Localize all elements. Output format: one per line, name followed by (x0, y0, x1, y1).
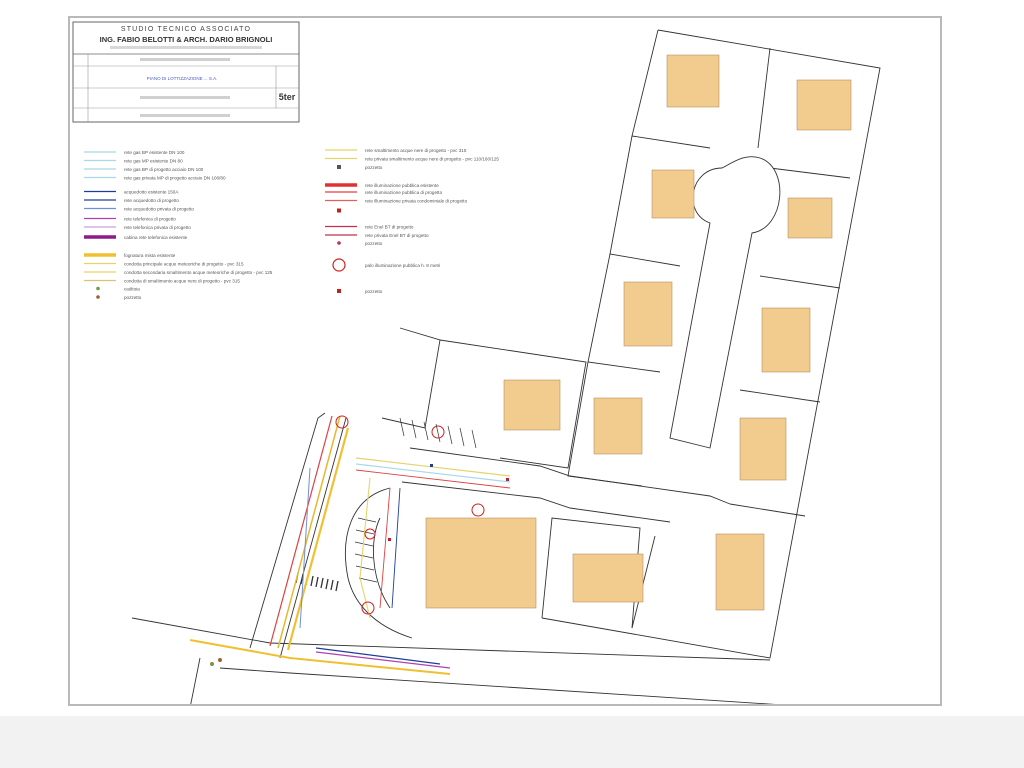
legend-symbol (337, 165, 341, 169)
legend-label: rete acquedotto privata di progetto (124, 207, 194, 212)
building (425, 517, 537, 609)
legend-label: rete privata smaltimento acque nere di p… (365, 157, 499, 162)
legend-label: pozzetto (365, 241, 383, 246)
legend-label: pozzetto (365, 165, 383, 170)
legend-symbol (332, 258, 346, 272)
engineers-name: ING. FABIO BELOTTI & ARCH. DARIO BRIGNOL… (100, 35, 273, 44)
site-plan-drawing: STUDIO TECNICO ASSOCIATO ING. FABIO BELO… (72, 21, 881, 709)
legend-label: acquedotto esistente 150A (124, 190, 179, 195)
legend-label: fognatura mista esistente (124, 253, 176, 258)
legend-label: condotta principale acque meteoriche di … (124, 262, 244, 267)
sheet-code: 5ter (279, 92, 296, 102)
legend-label: rete gas privata MP di progetto acciaio … (124, 176, 226, 181)
legend-label: rete Enel BT di progetto (365, 225, 414, 230)
building (666, 54, 720, 108)
building (593, 397, 643, 455)
legend-label: condotta secondaria smaltimento acque me… (124, 270, 273, 275)
building (761, 307, 811, 373)
legend-right: rete smaltimento acque nere di progetto … (325, 148, 499, 294)
drawing-sheet: STUDIO TECNICO ASSOCIATO ING. FABIO BELO… (68, 16, 942, 709)
legend-label: rete gas BP di progetto acciaio DN 100 (124, 167, 204, 172)
legend-label: rete telefonica di progetto (124, 217, 176, 222)
legend-label: palo illuminazione pubblica h. 8 metri (365, 263, 440, 268)
legend-symbol (96, 295, 100, 299)
image-viewer: STUDIO TECNICO ASSOCIATO ING. FABIO BELO… (0, 0, 1024, 716)
building (651, 169, 695, 219)
legend-label: rete gas MP esistente DN 80 (124, 159, 183, 164)
building (787, 197, 833, 239)
legend-label: rete illuminazione privata condominiale … (365, 199, 468, 204)
legend-left: rete gas BP esistente DN 100 rete gas MP … (84, 150, 273, 300)
title-block: STUDIO TECNICO ASSOCIATO ING. FABIO BELO… (72, 21, 300, 123)
legend-label: rete acquedotto di progetto (124, 198, 179, 203)
legend-label: cabina rete telefonica esistente (124, 235, 188, 240)
legend-label: rete gas BP esistente DN 100 (124, 150, 185, 155)
project-title: PIANO DI LOTTIZZAZIONE ... S.A. (147, 76, 218, 81)
building (739, 417, 787, 481)
legend-symbol (337, 208, 341, 213)
legend-label: rete privata Enel BT di progetto (365, 233, 429, 238)
legend-symbol (337, 289, 341, 293)
legend-label: condotta di smaltimento acque nere di pr… (124, 279, 240, 284)
building (796, 79, 852, 131)
legend-label: rete telefonica privata di progetto (124, 225, 191, 230)
building (715, 533, 765, 611)
legend-label: pozzetto (124, 295, 142, 300)
legend-label: caditoia (124, 287, 140, 292)
studio-name: STUDIO TECNICO ASSOCIATO (121, 26, 251, 33)
legend-symbol (337, 241, 341, 245)
legend-label: rete smaltimento acque nere di progetto … (365, 148, 467, 153)
building (572, 553, 644, 603)
legend-label: pozzetto (365, 289, 383, 294)
building (503, 379, 561, 431)
legend-label: rete illuminazione pubblica di progetto (365, 190, 443, 195)
buildings (425, 54, 852, 611)
legend-symbol (96, 286, 100, 291)
building (623, 281, 673, 347)
legend-label: rete illuminazione pubblica esistente (365, 183, 439, 188)
viewer-footer-bar (0, 716, 1024, 768)
